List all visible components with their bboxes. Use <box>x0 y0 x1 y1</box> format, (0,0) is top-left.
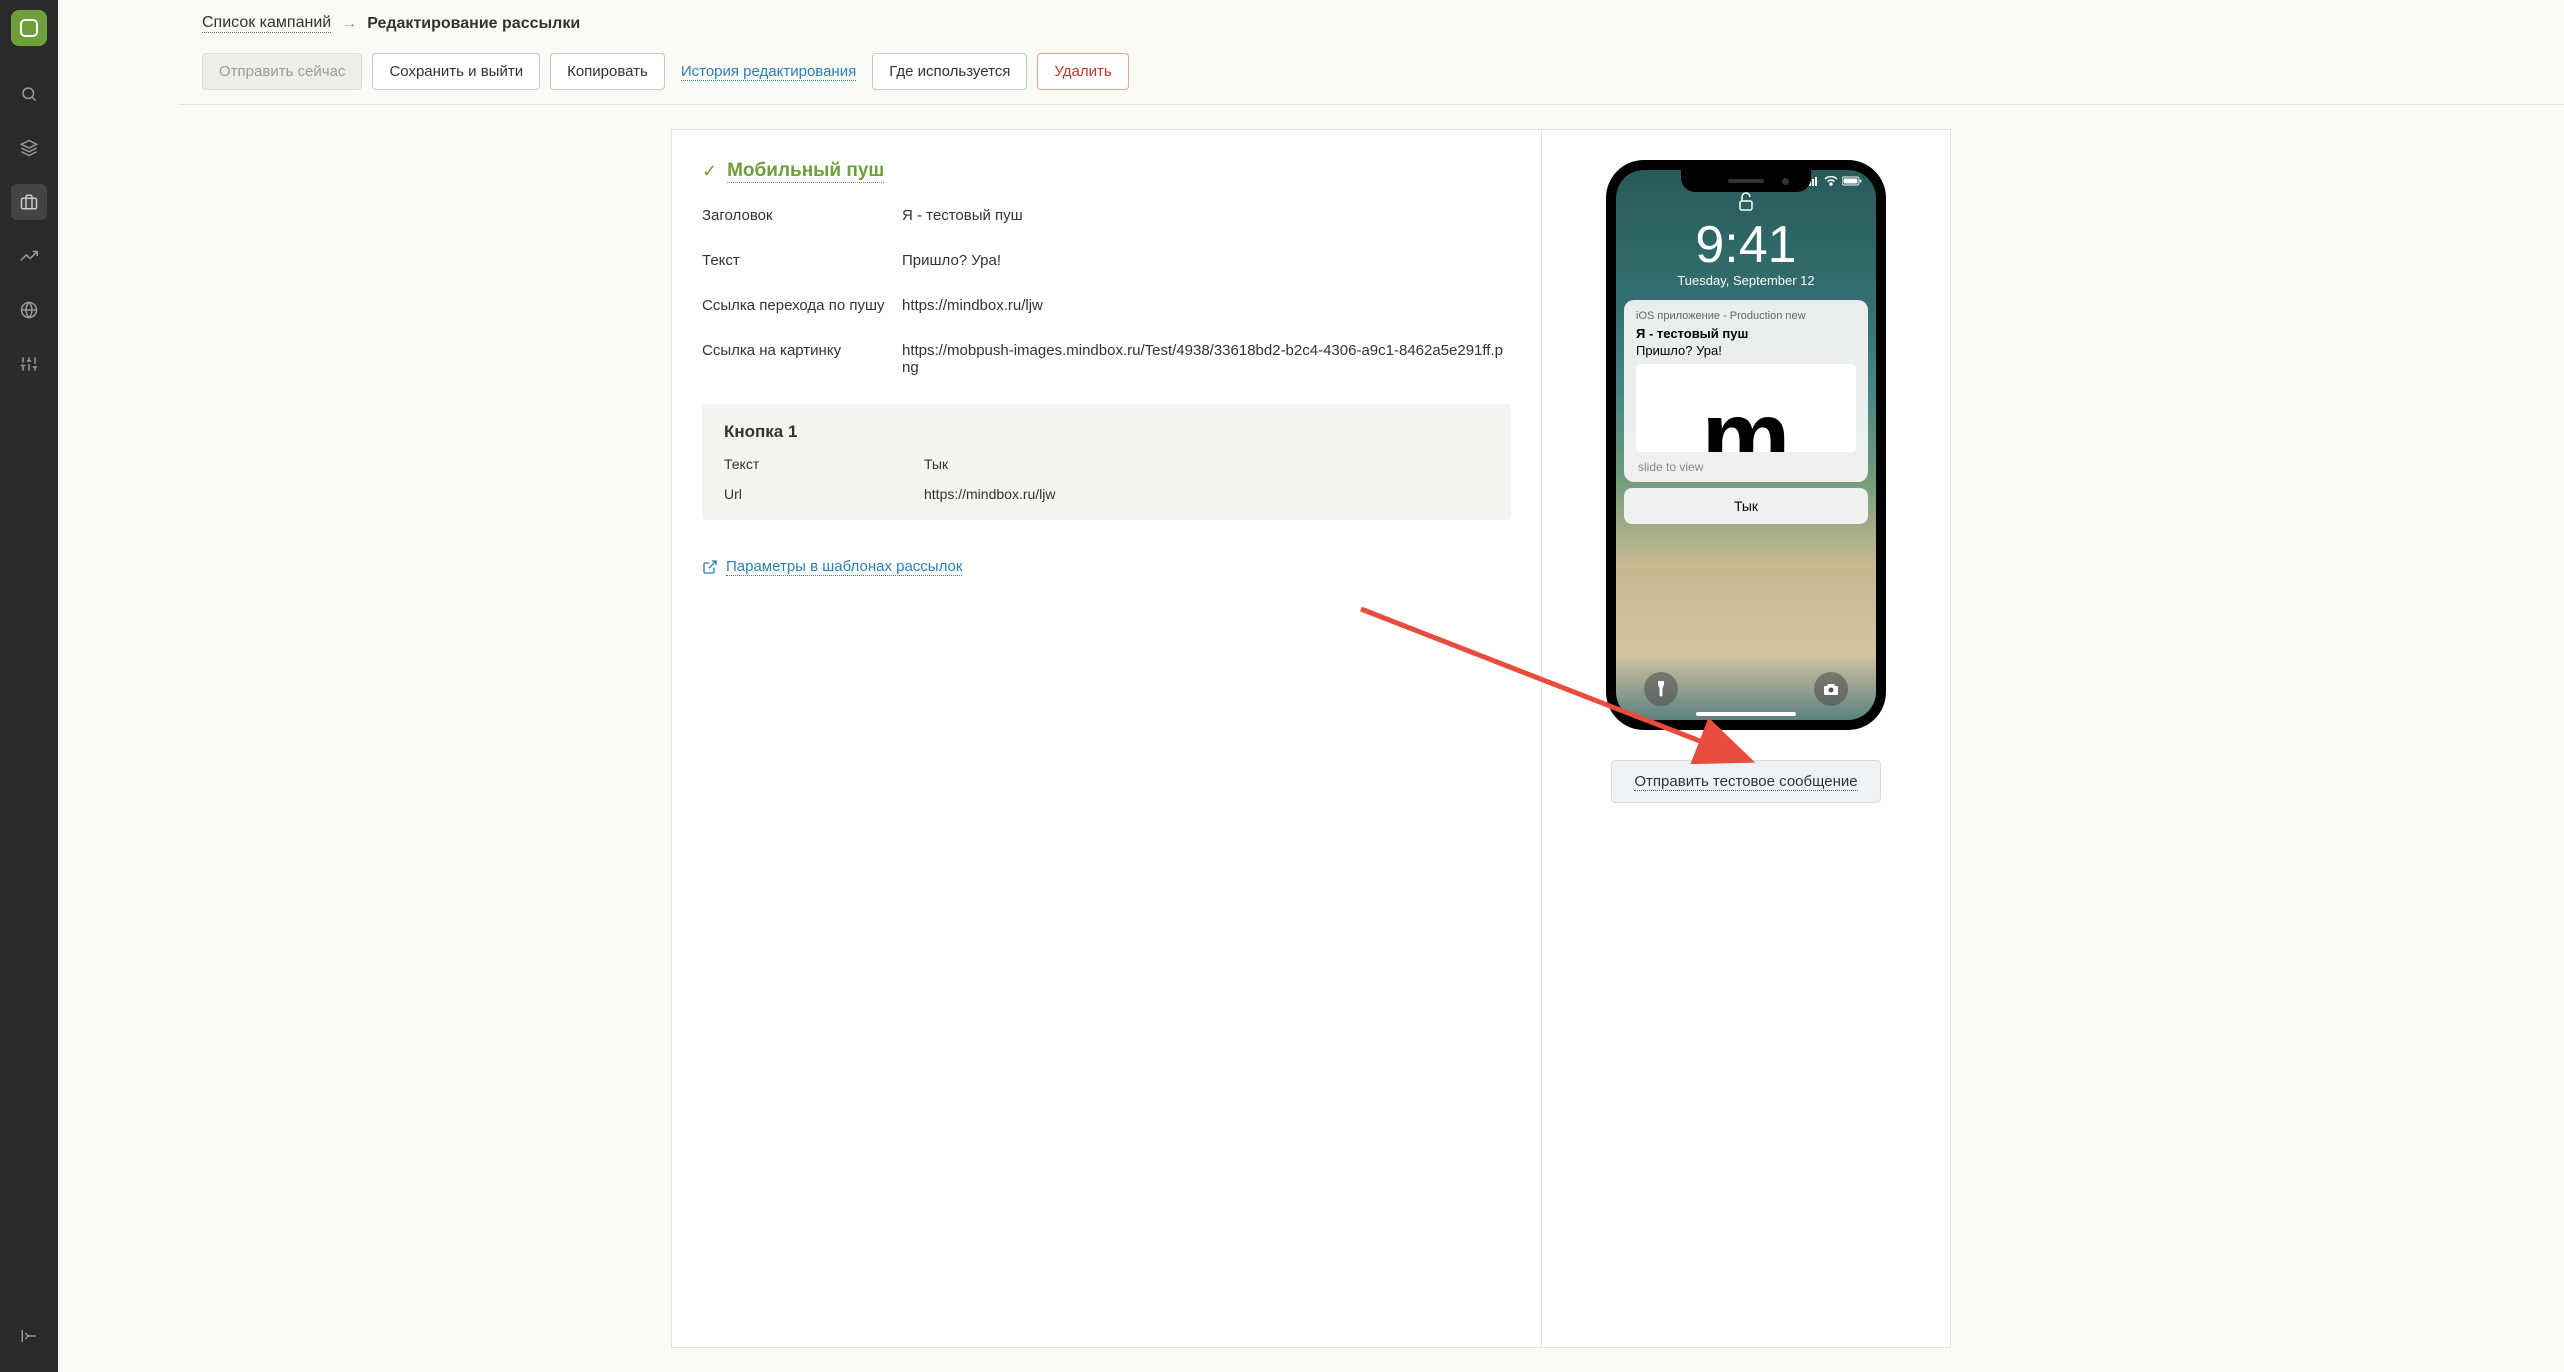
section-mobile-push[interactable]: Мобильный пуш <box>727 160 884 183</box>
button-url-label: Url <box>724 486 924 502</box>
sidebar-layers[interactable] <box>11 130 47 166</box>
field-image-value: https://mobpush-images.mindbox.ru/Test/4… <box>902 342 1511 376</box>
edit-panel: ✓ Мобильный пуш Заголовок Я - тестовый п… <box>671 129 1541 1348</box>
wifi-icon <box>1824 176 1838 186</box>
preview-time: 9:41 <box>1616 219 1876 271</box>
phone-notch <box>1681 170 1811 192</box>
battery-icon <box>1842 176 1862 186</box>
notif-text: Пришло? Ура! <box>1636 343 1856 358</box>
notif-slide-hint: slide to view <box>1636 460 1856 474</box>
sidebar <box>0 0 58 1372</box>
breadcrumb-current: Редактирование рассылки <box>367 15 580 33</box>
trend-icon <box>20 247 38 265</box>
template-params-link[interactable]: Параметры в шаблонах рассылок <box>702 558 962 576</box>
field-link-label: Ссылка перехода по пушу <box>702 297 902 314</box>
sidebar-collapse[interactable] <box>11 1318 47 1354</box>
external-link-icon <box>702 559 718 575</box>
button-block-title: Кнопка 1 <box>724 422 1489 442</box>
briefcase-icon <box>20 193 38 211</box>
notif-app-name: iOS приложение - Production new <box>1636 310 1856 322</box>
flashlight-button <box>1644 672 1678 706</box>
button-text-label: Текст <box>724 456 924 472</box>
history-link[interactable]: История редактирования <box>681 63 856 81</box>
search-icon <box>20 85 38 103</box>
preview-panel: 9:41 Tuesday, September 12 iOS приложени… <box>1541 129 1951 1348</box>
field-title-value: Я - тестовый пуш <box>902 207 1023 224</box>
where-used-button[interactable]: Где используется <box>872 53 1027 90</box>
sidebar-globe[interactable] <box>11 292 47 328</box>
home-indicator <box>1696 712 1796 716</box>
copy-button[interactable]: Копировать <box>550 53 665 90</box>
send-test-button[interactable]: Отправить тестовое сообщение <box>1611 760 1880 803</box>
button-url-value: https://mindbox.ru/ljw <box>924 486 1056 502</box>
template-params-text: Параметры в шаблонах рассылок <box>726 558 962 576</box>
sidebar-settings[interactable] <box>11 346 47 382</box>
delete-button[interactable]: Удалить <box>1037 53 1128 90</box>
send-test-label: Отправить тестовое сообщение <box>1634 773 1857 791</box>
field-link-value: https://mindbox.ru/ljw <box>902 297 1043 314</box>
camera-icon <box>1823 683 1839 696</box>
save-exit-button[interactable]: Сохранить и выйти <box>372 53 540 90</box>
send-now-button: Отправить сейчас <box>202 53 362 90</box>
toolbar: Отправить сейчас Сохранить и выйти Копир… <box>178 43 2564 105</box>
button-config-block: Кнопка 1 Текст Тык Url https://mindbox.r… <box>702 404 1511 520</box>
sliders-icon <box>20 355 38 373</box>
sidebar-analytics[interactable] <box>11 238 47 274</box>
layers-icon <box>20 139 38 157</box>
app-logo[interactable] <box>11 10 47 46</box>
notif-title: Я - тестовый пуш <box>1636 326 1856 341</box>
camera-button <box>1814 672 1848 706</box>
globe-icon <box>20 301 38 319</box>
button-text-value: Тык <box>924 456 948 472</box>
lock-icon <box>1616 192 1876 217</box>
breadcrumb: Список кампаний → Редактирование рассылк… <box>202 14 2540 33</box>
field-image-label: Ссылка на картинку <box>702 342 902 376</box>
notification-card: iOS приложение - Production new Я - тест… <box>1624 300 1868 482</box>
preview-date: Tuesday, September 12 <box>1616 273 1876 288</box>
breadcrumb-separator: → <box>341 15 357 33</box>
field-text-value: Пришло? Ура! <box>902 252 1001 269</box>
notif-image: m <box>1636 364 1856 452</box>
notif-action-button: Тык <box>1624 488 1868 524</box>
flashlight-icon <box>1655 681 1667 697</box>
collapse-icon <box>20 1327 38 1345</box>
check-icon: ✓ <box>702 161 717 182</box>
phone-preview: 9:41 Tuesday, September 12 iOS приложени… <box>1606 160 1886 730</box>
field-text-label: Текст <box>702 252 902 269</box>
field-title-label: Заголовок <box>702 207 902 224</box>
breadcrumb-back[interactable]: Список кампаний <box>202 14 331 33</box>
sidebar-campaigns[interactable] <box>11 184 47 220</box>
sidebar-search[interactable] <box>11 76 47 112</box>
header: Список кампаний → Редактирование рассылк… <box>58 0 2564 43</box>
